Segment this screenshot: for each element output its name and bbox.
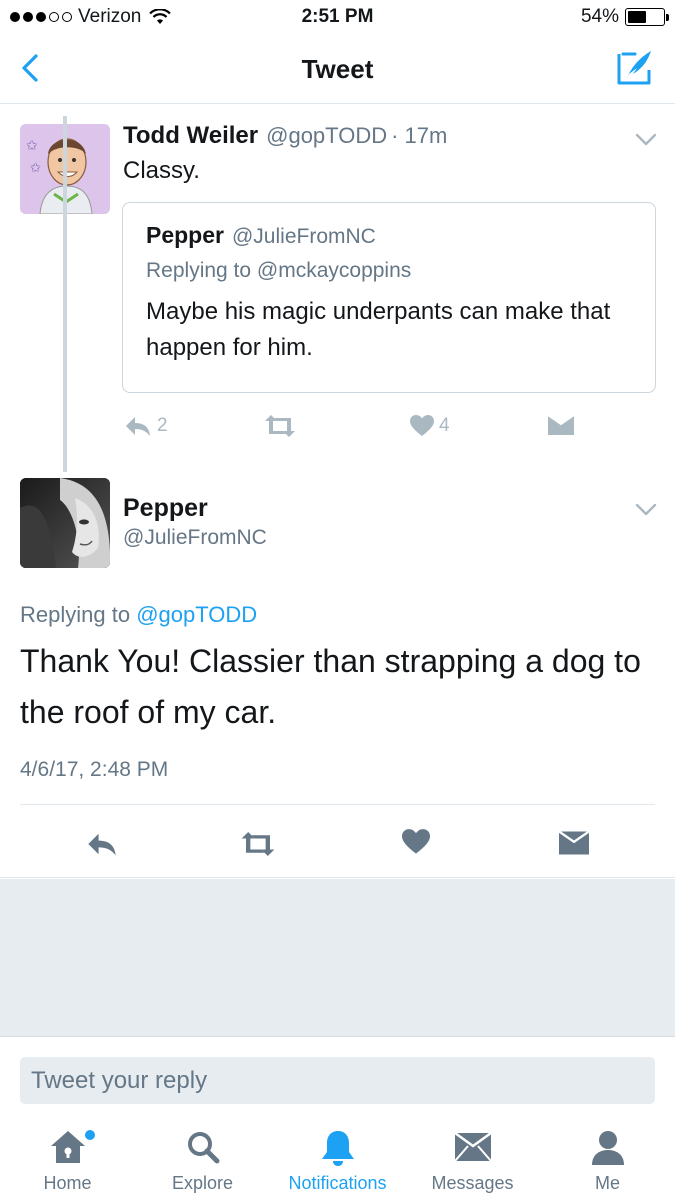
tweet-text: Classy.: [123, 157, 200, 184]
replying-to-prefix: Replying to: [20, 602, 131, 627]
compose-tweet-icon[interactable]: [615, 48, 655, 88]
tab-label: Explore: [171, 1173, 234, 1193]
tab-messages[interactable]: Messages: [405, 1121, 540, 1200]
author-name[interactable]: Pepper: [123, 494, 208, 523]
retweet-action[interactable]: [262, 415, 298, 437]
svg-text:✩: ✩: [26, 138, 38, 154]
heart-icon: [410, 415, 434, 436]
tab-label: Me: [594, 1173, 620, 1193]
tab-label: Home: [43, 1173, 92, 1193]
status-right: 54%: [580, 6, 669, 28]
parent-tweet[interactable]: ✩ ✩ Todd Weiler @gopTODD · 17m Classy. P…: [0, 105, 675, 460]
quoted-replying-to: Replying to @mckaycoppins: [146, 259, 412, 282]
tab-home[interactable]: Home: [0, 1121, 135, 1200]
home-icon: [50, 1131, 85, 1163]
main-tweet: Pepper @JulieFromNC Replying to @gopTODD…: [0, 470, 675, 878]
like-count: 4: [439, 415, 450, 436]
tab-bar: Home Explore Notifications Messages Me: [0, 1121, 675, 1200]
quoted-author-handle: @JulieFromNC: [231, 225, 376, 248]
profile-photo-image: [20, 478, 110, 568]
thread-connector-line: [63, 116, 67, 472]
svg-text:✩: ✩: [30, 161, 41, 176]
envelope-icon: [548, 415, 574, 435]
page-title: Tweet: [301, 54, 374, 84]
tab-me[interactable]: Me: [540, 1121, 675, 1200]
main-tweet-actions: [0, 827, 675, 863]
navigation-bar: Tweet: [0, 36, 675, 104]
person-icon: [591, 1131, 624, 1165]
replying-to: Replying to @gopTODD: [20, 602, 257, 628]
quoted-tweet-card[interactable]: Pepper @JulieFromNC Replying to @mckayco…: [122, 202, 656, 393]
chevron-down-icon[interactable]: [635, 503, 657, 517]
parent-tweet-actions: 2 4: [122, 415, 592, 445]
author-name[interactable]: Todd Weiler: [123, 122, 258, 150]
retweet-icon[interactable]: [238, 832, 278, 856]
battery-icon: [625, 8, 669, 26]
tab-label: Notifications: [288, 1173, 387, 1193]
tweet-timestamp: 4/6/17, 2:48 PM: [20, 758, 169, 781]
like-action[interactable]: 4: [410, 415, 450, 437]
status-time: 2:51 PM: [301, 6, 374, 27]
reply-action[interactable]: 2: [124, 415, 168, 437]
tweet-reply-input[interactable]: [20, 1057, 655, 1104]
message-action[interactable]: [548, 415, 574, 435]
tweet-text: Thank You! Classier than strapping a dog…: [20, 643, 641, 730]
envelope-icon[interactable]: [559, 831, 589, 855]
status-bar: Verizon 2:51 PM 54%: [0, 0, 675, 36]
replying-to-handle-link[interactable]: @gopTODD: [136, 602, 257, 627]
author-handle[interactable]: @JulieFromNC: [123, 526, 267, 550]
chevron-down-icon[interactable]: [635, 133, 657, 147]
tab-label: Messages: [431, 1173, 514, 1193]
reply-bar: [0, 1038, 675, 1121]
empty-background-area: [0, 879, 675, 1037]
avatar[interactable]: [20, 478, 110, 568]
reply-icon: [126, 417, 150, 436]
search-icon: [187, 1132, 219, 1164]
tab-notifications[interactable]: Notifications: [270, 1121, 405, 1200]
quoted-tweet-header: Pepper @JulieFromNC: [146, 222, 376, 249]
author-handle[interactable]: @gopTODD: [266, 123, 387, 149]
unread-badge-dot: [85, 1130, 95, 1140]
tab-explore[interactable]: Explore: [135, 1121, 270, 1200]
envelope-icon: [454, 1133, 491, 1161]
quoted-tweet-text: Maybe his magic underpants can make that…: [146, 298, 611, 361]
parent-tweet-header: Todd Weiler @gopTODD · 17m: [123, 122, 447, 150]
retweet-icon: [265, 415, 295, 437]
heart-icon[interactable]: [402, 829, 430, 855]
reply-count: 2: [157, 415, 168, 436]
quoted-author-name: Pepper: [146, 222, 224, 248]
reply-icon[interactable]: [86, 831, 118, 857]
tweet-age: · 17m: [391, 123, 448, 148]
divider: [20, 804, 655, 805]
battery-fill: [628, 11, 647, 23]
bell-icon: [321, 1131, 354, 1166]
battery-percent: 54%: [580, 6, 619, 27]
